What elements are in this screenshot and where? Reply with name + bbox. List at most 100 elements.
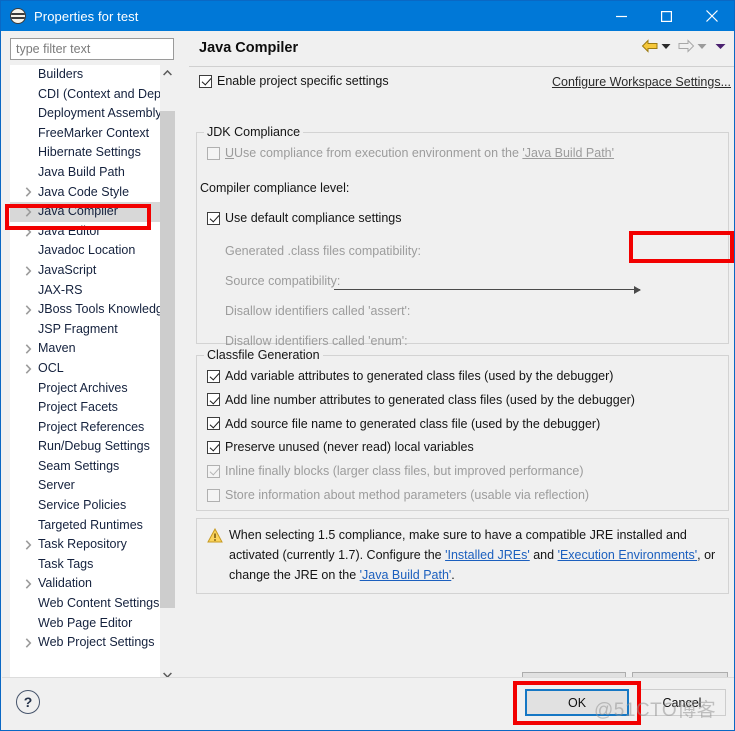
sidebar-item-builders[interactable]: Builders [10, 65, 175, 85]
chevron-right-icon[interactable] [23, 633, 33, 653]
java-compiler-page: Java Compiler Enable project specific se… [189, 32, 734, 697]
configure-workspace-settings-link[interactable]: Configure Workspace Settings... [552, 75, 731, 89]
sidebar-item-deployment-assembly[interactable]: Deployment Assembly [10, 104, 175, 124]
sidebar-item-service-policies[interactable]: Service Policies [10, 496, 175, 516]
sidebar-item-label: Project Facets [38, 400, 118, 415]
sidebar-item-cdi-context-and-dep[interactable]: CDI (Context and Dep [10, 85, 175, 105]
classfile-option-checkbox[interactable] [207, 464, 220, 478]
sidebar-item-task-repository[interactable]: Task Repository [10, 535, 175, 555]
sidebar-item-task-tags[interactable]: Task Tags [10, 555, 175, 575]
classfile-option-row[interactable]: Add source file name to generated class … [207, 417, 600, 431]
chevron-right-icon[interactable] [23, 222, 33, 242]
compliance-warning-text: When selecting 1.5 compliance, make sure… [229, 525, 721, 585]
java-build-path-link-2[interactable]: 'Java Build Path' [360, 568, 452, 582]
sidebar-item-web-page-editor[interactable]: Web Page Editor [10, 614, 175, 634]
page-nav-icons [641, 39, 726, 53]
classfile-option-label: Inline finally blocks (larger class file… [225, 464, 584, 479]
sidebar-item-validation[interactable]: Validation [10, 574, 175, 594]
enable-project-specific-row[interactable]: Enable project specific settings [199, 74, 389, 88]
sidebar-item-java-compiler[interactable]: Java Compiler [10, 202, 175, 222]
chevron-right-icon[interactable] [23, 261, 33, 281]
sidebar-item-jboss-tools-knowledg[interactable]: JBoss Tools Knowledg [10, 300, 175, 320]
page-title: Java Compiler [199, 40, 299, 56]
sidebar-item-ocl[interactable]: OCL [10, 359, 175, 379]
sidebar-item-label: Javadoc Location [38, 243, 136, 258]
chevron-right-icon[interactable] [23, 339, 33, 359]
sidebar-item-label: Project References [38, 419, 145, 434]
help-icon[interactable]: ? [16, 690, 40, 714]
tree-scroll-thumb[interactable] [160, 111, 175, 608]
classfile-option-row[interactable]: Inline finally blocks (larger class file… [207, 464, 583, 478]
back-arrow-icon[interactable] [641, 39, 659, 53]
enable-project-specific-checkbox[interactable] [199, 74, 212, 88]
sidebar-item-jsp-fragment[interactable]: JSP Fragment [10, 320, 175, 340]
sidebar-item-server[interactable]: Server [10, 476, 175, 496]
forward-arrow-icon[interactable] [677, 39, 695, 53]
chevron-right-icon[interactable] [23, 202, 33, 222]
settings-tree[interactable]: Builders CDI (Context and Dep Deployment A… [10, 65, 175, 683]
sidebar-item-java-build-path[interactable]: Java Build Path [10, 163, 175, 183]
forward-dropdown-icon[interactable] [697, 43, 707, 50]
disallow-enum-label: Disallow identifiers called 'enum': [225, 334, 408, 348]
classfile-option-checkbox[interactable] [207, 417, 220, 431]
sidebar-item-hibernate-settings[interactable]: Hibernate Settings [10, 143, 175, 163]
sidebar-item-label: OCL [38, 360, 64, 375]
sidebar-item-label: Task Repository [38, 537, 127, 552]
use-execution-env-checkbox[interactable] [207, 146, 220, 160]
sidebar-item-project-facets[interactable]: Project Facets [10, 398, 175, 418]
classfile-option-row[interactable]: Add line number attributes to generated … [207, 393, 635, 407]
chevron-right-icon[interactable] [23, 183, 33, 203]
classfile-generation-legend: Classfile Generation [204, 348, 323, 362]
classfile-option-row[interactable]: Add variable attributes to generated cla… [207, 369, 613, 383]
filter-input[interactable] [10, 38, 174, 60]
classfile-option-checkbox[interactable] [207, 488, 220, 502]
back-dropdown-icon[interactable] [661, 43, 671, 50]
classfile-option-checkbox[interactable] [207, 393, 220, 407]
sidebar-item-java-code-style[interactable]: Java Code Style [10, 183, 175, 203]
sidebar-item-label: Seam Settings [38, 458, 120, 473]
classfile-option-row[interactable]: Store information about method parameter… [207, 488, 589, 502]
menu-dropdown-icon[interactable] [715, 43, 726, 50]
sidebar-item-run-debug-settings[interactable]: Run/Debug Settings [10, 437, 175, 457]
watermark: @51CTO博客 [594, 700, 717, 721]
use-default-compliance-row[interactable]: Use default compliance settings [207, 211, 401, 225]
sidebar-item-label: JavaScript [38, 262, 97, 277]
sidebar-item-maven[interactable]: Maven [10, 339, 175, 359]
scroll-up-icon[interactable] [160, 65, 175, 81]
chevron-right-icon[interactable] [23, 359, 33, 379]
eclipse-icon [10, 8, 26, 24]
classfile-option-row[interactable]: Preserve unused (never read) local varia… [207, 440, 474, 454]
installed-jres-link[interactable]: 'Installed JREs' [445, 548, 530, 562]
sidebar-item-web-project-settings[interactable]: Web Project Settings [10, 633, 175, 653]
tree-vertical-scrollbar[interactable] [160, 65, 175, 683]
sidebar-item-label: FreeMarker Context [38, 125, 150, 140]
maximize-icon[interactable] [644, 1, 689, 31]
sidebar-item-freemarker-context[interactable]: FreeMarker Context [10, 124, 175, 144]
chevron-right-icon[interactable] [23, 535, 33, 555]
classfile-option-checkbox[interactable] [207, 369, 220, 383]
close-icon[interactable] [689, 1, 734, 31]
sidebar-item-label: Targeted Runtimes [38, 517, 143, 532]
sidebar-item-javadoc-location[interactable]: Javadoc Location [10, 241, 175, 261]
sidebar-item-seam-settings[interactable]: Seam Settings [10, 457, 175, 477]
sidebar-item-javascript[interactable]: JavaScript [10, 261, 175, 281]
chevron-right-icon[interactable] [23, 300, 33, 320]
sidebar-item-label: Deployment Assembly [38, 106, 162, 121]
chevron-right-icon[interactable] [23, 574, 33, 594]
generated-class-compat-label: Generated .class files compatibility: [225, 244, 421, 258]
use-execution-env-row[interactable]: UUse compliance from execution environme… [207, 146, 614, 160]
sidebar-item-web-content-settings[interactable]: Web Content Settings [10, 594, 175, 614]
compliance-warning-box: When selecting 1.5 compliance, make sure… [196, 518, 729, 594]
sidebar-item-label: Server [38, 478, 75, 493]
sidebar-item-label: Web Content Settings [38, 596, 160, 611]
execution-environments-link[interactable]: 'Execution Environments' [558, 548, 698, 562]
use-default-compliance-checkbox[interactable] [207, 211, 220, 225]
classfile-option-checkbox[interactable] [207, 440, 220, 454]
sidebar-item-project-archives[interactable]: Project Archives [10, 379, 175, 399]
sidebar-item-label: CDI (Context and Dep [38, 86, 161, 101]
sidebar-item-java-editor[interactable]: Java Editor [10, 222, 175, 242]
sidebar-item-project-references[interactable]: Project References [10, 418, 175, 438]
sidebar-item-targeted-runtimes[interactable]: Targeted Runtimes [10, 516, 175, 536]
sidebar-item-jax-rs[interactable]: JAX-RS [10, 281, 175, 301]
minimize-icon[interactable] [599, 1, 644, 31]
